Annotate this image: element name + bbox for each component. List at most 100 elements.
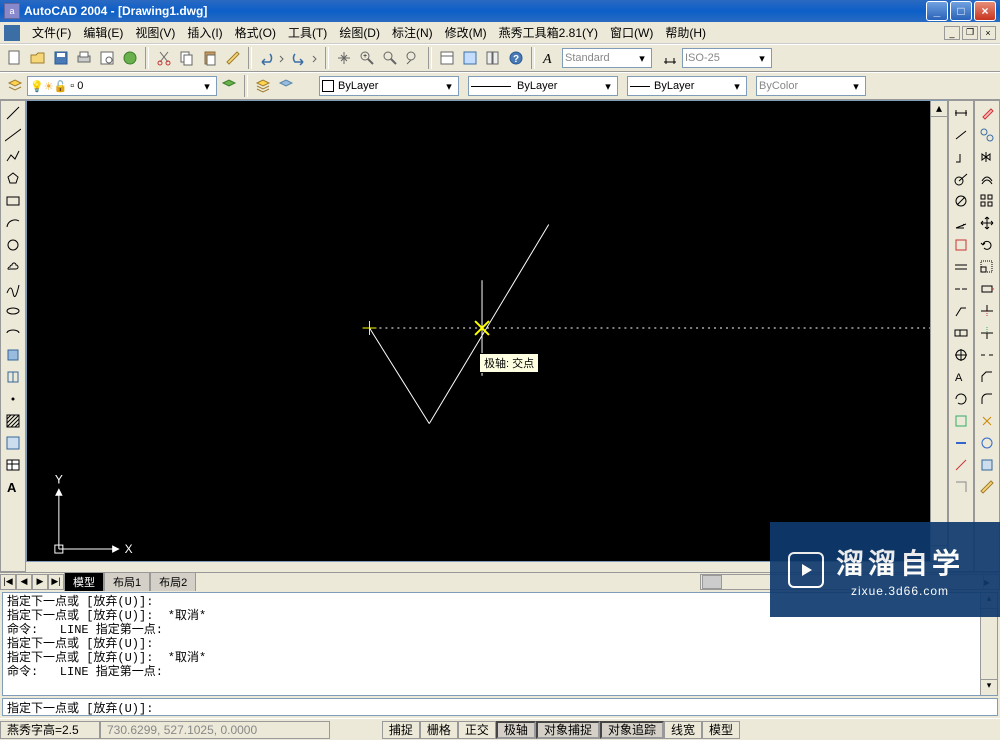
offset-tool[interactable] (977, 169, 997, 189)
modify2-extra-3[interactable] (977, 477, 997, 497)
tolerance-tool[interactable] (951, 323, 971, 343)
dim-ordinate-tool[interactable] (951, 147, 971, 167)
polyline-tool[interactable] (3, 147, 23, 167)
zoom-realtime-button[interactable]: + (356, 47, 378, 69)
menu-window[interactable]: 窗口(W) (604, 22, 659, 43)
circle-tool[interactable] (3, 235, 23, 255)
trim-tool[interactable] (977, 301, 997, 321)
move-tool[interactable] (977, 213, 997, 233)
dim-style-dropdown[interactable]: ISO-25▾ (682, 48, 772, 68)
paste-button[interactable] (199, 47, 221, 69)
undo-button[interactable] (256, 47, 288, 69)
dim-linear-tool[interactable] (951, 103, 971, 123)
tab-nav-next[interactable]: ▶ (32, 574, 48, 590)
tab-nav-first[interactable]: |◀ (0, 574, 16, 590)
modify2-extra-2[interactable] (977, 455, 997, 475)
menu-tools[interactable]: 工具(T) (282, 22, 333, 43)
qleader-tool[interactable] (951, 301, 971, 321)
chamfer-tool[interactable] (977, 367, 997, 387)
new-button[interactable] (4, 47, 26, 69)
menu-dimension[interactable]: 标注(N) (386, 22, 439, 43)
toggle-osnap[interactable]: 对象捕捉 (536, 721, 600, 739)
tab-layout2[interactable]: 布局2 (150, 572, 196, 591)
dim-radius-tool[interactable] (951, 169, 971, 189)
dim-style-icon[interactable] (659, 47, 681, 69)
modify2-extra-1[interactable] (977, 433, 997, 453)
dim-continue-tool[interactable] (951, 279, 971, 299)
fillet-tool[interactable] (977, 389, 997, 409)
menu-help[interactable]: 帮助(H) (659, 22, 712, 43)
menu-edit[interactable]: 编辑(E) (77, 22, 129, 43)
menu-draw[interactable]: 绘图(D) (333, 22, 386, 43)
scale-tool[interactable] (977, 257, 997, 277)
line-tool[interactable] (3, 103, 23, 123)
help-button[interactable]: ? (505, 47, 527, 69)
match-properties-button[interactable] (222, 47, 244, 69)
tab-layout1[interactable]: 布局1 (104, 572, 150, 591)
spline-tool[interactable] (3, 279, 23, 299)
toggle-polar[interactable]: 极轴 (496, 721, 536, 739)
dim-quick-tool[interactable] (951, 235, 971, 255)
arc-tool[interactable] (3, 213, 23, 233)
command-input-row[interactable]: 指定下一点或 [放弃(U)]: (2, 698, 998, 716)
drawing-canvas[interactable]: X Y 极轴: 交点 ▴ ▾ (26, 100, 948, 562)
polygon-tool[interactable] (3, 169, 23, 189)
modify-extra-1[interactable] (951, 411, 971, 431)
region-tool[interactable] (3, 433, 23, 453)
rectangle-tool[interactable] (3, 191, 23, 211)
point-tool[interactable] (3, 389, 23, 409)
color-dropdown[interactable]: ByLayer▾ (319, 76, 459, 96)
plot-preview-button[interactable] (96, 47, 118, 69)
break-tool[interactable] (977, 345, 997, 365)
layer-dropdown[interactable]: 💡 ☀ 🔓 ▫ 0 ▾ (27, 76, 217, 96)
save-button[interactable] (50, 47, 72, 69)
text-style-dropdown[interactable]: Standard▾ (562, 48, 652, 68)
cut-button[interactable] (153, 47, 175, 69)
modify-extra-4[interactable] (951, 477, 971, 497)
properties-button[interactable] (436, 47, 458, 69)
mdi-close[interactable]: × (980, 26, 996, 40)
redo-button[interactable] (289, 47, 321, 69)
erase-tool[interactable] (977, 103, 997, 123)
dim-aligned-tool[interactable] (951, 125, 971, 145)
mtext-tool[interactable]: A (3, 477, 23, 497)
array-tool[interactable] (977, 191, 997, 211)
dim-angular-tool[interactable] (951, 213, 971, 233)
hatch-tool[interactable] (3, 411, 23, 431)
insert-block-tool[interactable] (3, 345, 23, 365)
tab-nav-last[interactable]: ▶| (48, 574, 64, 590)
open-button[interactable] (27, 47, 49, 69)
dim-edit-tool[interactable]: A (951, 367, 971, 387)
toggle-ortho[interactable]: 正交 (458, 721, 496, 739)
toggle-snap[interactable]: 捕捉 (382, 721, 420, 739)
publish-button[interactable] (119, 47, 141, 69)
pan-button[interactable] (333, 47, 355, 69)
make-block-tool[interactable] (3, 367, 23, 387)
mdi-restore[interactable]: ❐ (962, 26, 978, 40)
menu-insert[interactable]: 插入(I) (181, 22, 228, 43)
center-mark-tool[interactable] (951, 345, 971, 365)
modify-extra-3[interactable] (951, 455, 971, 475)
design-center-button[interactable] (459, 47, 481, 69)
tab-nav-prev[interactable]: ◀ (16, 574, 32, 590)
table-tool[interactable] (3, 455, 23, 475)
tool-palettes-button[interactable] (482, 47, 504, 69)
explode-tool[interactable] (977, 411, 997, 431)
layer-previous-button[interactable] (218, 75, 240, 97)
toggle-otrack[interactable]: 对象追踪 (600, 721, 664, 739)
lineweight-dropdown[interactable]: ByLayer▾ (627, 76, 747, 96)
toggle-model[interactable]: 模型 (702, 721, 740, 739)
dim-baseline-tool[interactable] (951, 257, 971, 277)
tab-model[interactable]: 模型 (64, 572, 104, 591)
close-button[interactable]: × (974, 1, 996, 21)
maximize-button[interactable]: □ (950, 1, 972, 21)
ellipse-tool[interactable] (3, 301, 23, 321)
layer-manager-button[interactable] (4, 75, 26, 97)
zoom-previous-button[interactable] (402, 47, 424, 69)
copy-button[interactable] (176, 47, 198, 69)
dim-update-tool[interactable] (951, 389, 971, 409)
stretch-tool[interactable] (977, 279, 997, 299)
layers-icon-a[interactable] (252, 75, 274, 97)
menu-view[interactable]: 视图(V) (129, 22, 181, 43)
mirror-tool[interactable] (977, 147, 997, 167)
